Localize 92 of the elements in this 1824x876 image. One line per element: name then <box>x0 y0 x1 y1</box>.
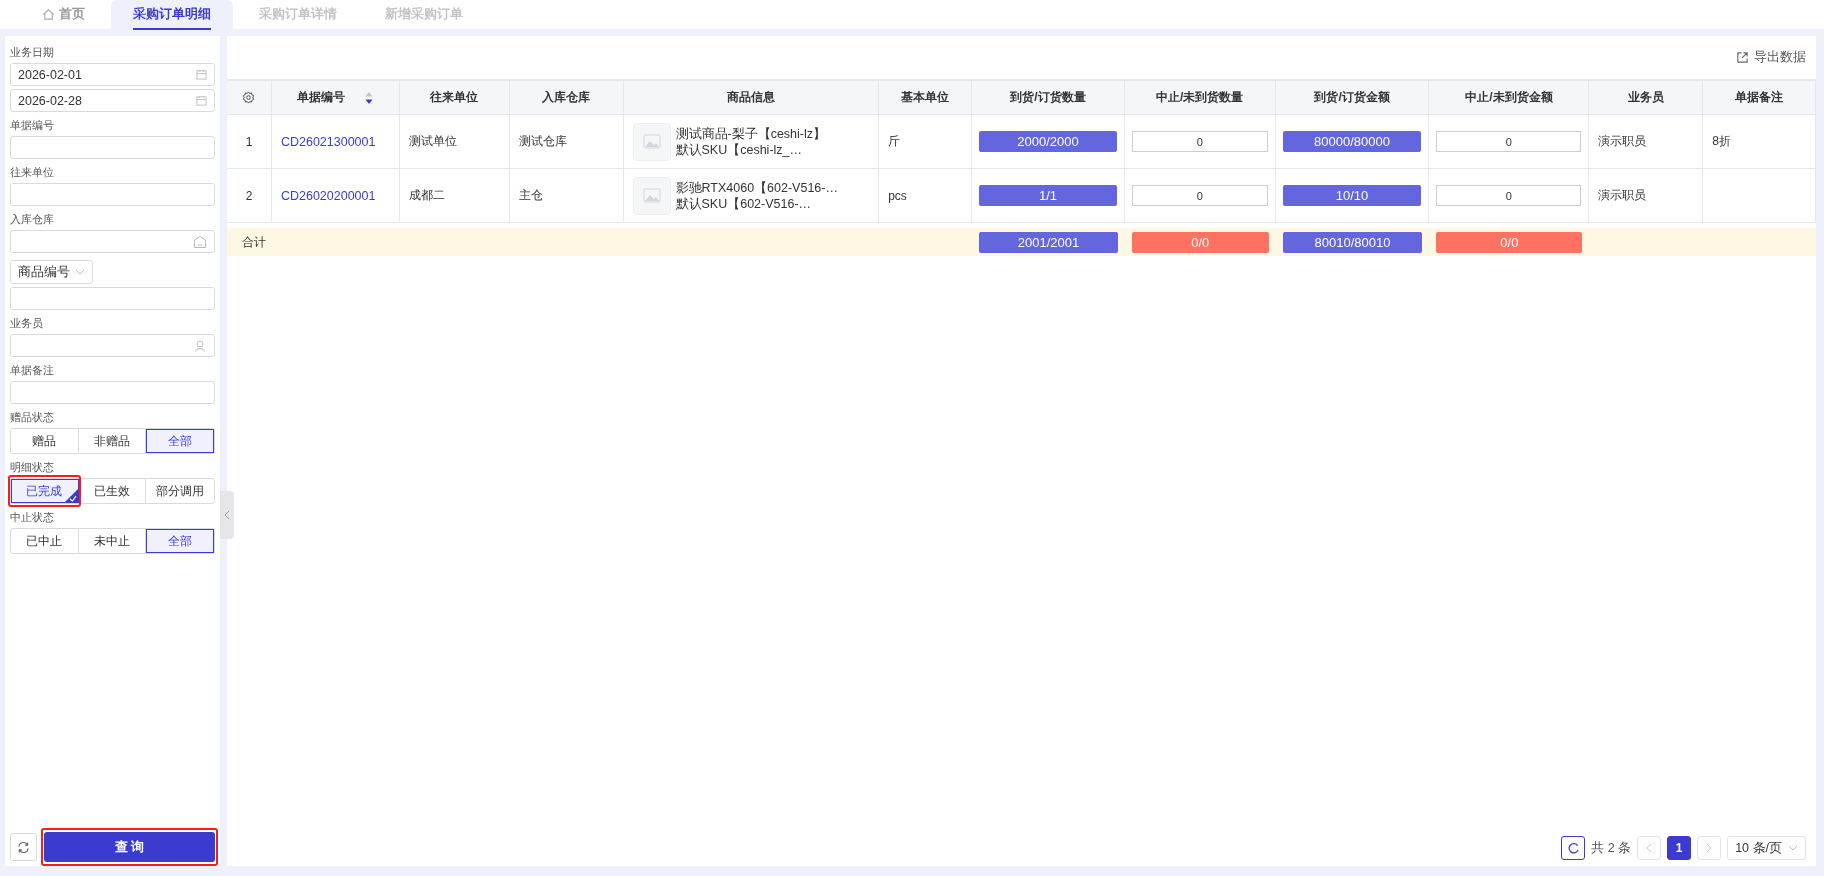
refresh-button[interactable] <box>1561 836 1586 860</box>
input-field[interactable]: 0 <box>1131 185 1268 206</box>
segment-option[interactable]: 部分调用 <box>146 479 214 503</box>
total-bar: 2001/2001 <box>979 231 1118 253</box>
segment-option[interactable]: 已生效 <box>78 479 147 503</box>
field-label: 业务日期 <box>10 45 55 60</box>
table-cell: 成都二 <box>408 187 445 204</box>
product-info: 测试商品-梨子【ceshi-lz】 默认SKU【ceshi-lz_… <box>675 125 827 158</box>
home-icon <box>42 8 55 21</box>
chevron-left-icon <box>1646 843 1653 853</box>
export-icon <box>1736 51 1749 64</box>
column-header: 商品信息 <box>623 81 880 115</box>
column-header: 到货/订货数量 <box>972 81 1125 115</box>
previous-page-button[interactable] <box>1637 836 1662 860</box>
input-field[interactable]: 0 <box>1131 131 1268 152</box>
table-cell: 主仓 <box>518 187 543 204</box>
segment-option[interactable]: 全部 <box>146 429 214 453</box>
field-label: 往来单位 <box>10 165 55 180</box>
refresh-icon <box>1566 841 1580 855</box>
segment-option[interactable]: 赠品 <box>11 429 79 453</box>
value-bar: 1/1 <box>979 185 1117 206</box>
column-header: 中止/未到货金额 <box>1429 81 1590 115</box>
table-cell: 演示职员 <box>1598 133 1647 150</box>
input-field[interactable]: 0 <box>1436 185 1582 206</box>
field-label: 单据备注 <box>10 363 55 378</box>
total-bar: 80010/80010 <box>1282 231 1423 253</box>
table-cell: 1 <box>227 115 272 169</box>
image-placeholder-icon <box>632 176 671 215</box>
export-link[interactable]: 导出数据 <box>1736 49 1806 66</box>
order-link[interactable]: CD26021300001 <box>280 134 376 149</box>
column-header: 入库仓库 <box>509 81 624 115</box>
column-header: 单据编号 <box>271 81 400 115</box>
column-header: 中止/未到货数量 <box>1124 81 1276 115</box>
segment-option[interactable]: 全部 <box>146 529 214 553</box>
calendar-icon <box>196 69 207 80</box>
table-cell: 测试单位 <box>408 133 457 150</box>
field-label: 入库仓库 <box>10 212 55 227</box>
refresh-icon <box>17 840 30 854</box>
query-button[interactable]: 查 询 <box>44 832 215 862</box>
chevron-left-icon <box>224 510 230 520</box>
input-field[interactable]: 0 <box>1436 131 1582 152</box>
settings-icon[interactable] <box>242 91 256 104</box>
order-link[interactable]: CD26020200001 <box>280 188 376 203</box>
field-label: 明细状态 <box>10 460 55 475</box>
chevron-down-icon <box>75 269 85 275</box>
field-label: 赠品状态 <box>10 410 55 425</box>
input-field[interactable] <box>10 381 215 404</box>
reset-button[interactable] <box>10 833 37 861</box>
tab[interactable]: 采购订单明细 <box>111 0 233 29</box>
chevron-down-icon <box>1788 845 1798 851</box>
table-cell: 2 <box>227 169 272 223</box>
field-label: 中止状态 <box>10 510 55 525</box>
table-cell: 演示职员 <box>1598 187 1647 204</box>
column-header: 往来单位 <box>399 81 510 115</box>
field-select[interactable]: 商品编号 <box>10 260 93 284</box>
image-placeholder-icon <box>632 122 671 161</box>
input-field[interactable] <box>10 183 215 206</box>
value-bar: 10/10 <box>1282 185 1422 206</box>
input-field[interactable]: 2026-02-28 <box>10 89 215 112</box>
chevron-right-icon <box>1706 843 1713 853</box>
product-info: 影驰RTX4060【602-V516-… 默认SKU【602-V516-… <box>675 179 838 212</box>
total-count: 共 2 条 <box>1591 839 1632 857</box>
total-bar: 0/0 <box>1131 231 1269 253</box>
warehouse-icon <box>193 234 207 249</box>
page-size-select[interactable]: 10 条/页 <box>1727 836 1806 860</box>
collapse-handle[interactable] <box>220 491 234 539</box>
column-header: 业务员 <box>1589 81 1704 115</box>
column-header: 单据备注 <box>1703 81 1816 115</box>
field-label: 单据编号 <box>10 118 55 133</box>
table-cell: 测试仓库 <box>518 133 567 150</box>
table-cell: 斤 <box>888 133 901 150</box>
input-field[interactable] <box>10 136 215 159</box>
total-label: 合计 <box>241 233 267 251</box>
input-field[interactable] <box>10 334 215 357</box>
value-bar: 80000/80000 <box>1282 131 1422 152</box>
next-page-button[interactable] <box>1697 836 1722 860</box>
input-field[interactable] <box>10 287 215 310</box>
segment-option[interactable]: 已中止 <box>11 529 79 553</box>
value-bar: 2000/2000 <box>979 131 1117 152</box>
column-header: 到货/订货金额 <box>1275 81 1430 115</box>
sort-icon[interactable] <box>365 90 374 105</box>
table-cell: 8折 <box>1712 133 1731 150</box>
page-button[interactable]: 1 <box>1667 836 1692 860</box>
check-corner-icon <box>63 489 78 503</box>
field-label: 业务员 <box>10 316 44 331</box>
calendar-icon <box>196 95 207 106</box>
input-field[interactable] <box>10 230 215 253</box>
total-bar: 0/0 <box>1436 231 1583 253</box>
table-cell: pcs <box>888 188 907 203</box>
column-header: 基本单位 <box>879 81 973 115</box>
input-field[interactable]: 2026-02-01 <box>10 63 215 86</box>
person-icon <box>193 338 207 353</box>
